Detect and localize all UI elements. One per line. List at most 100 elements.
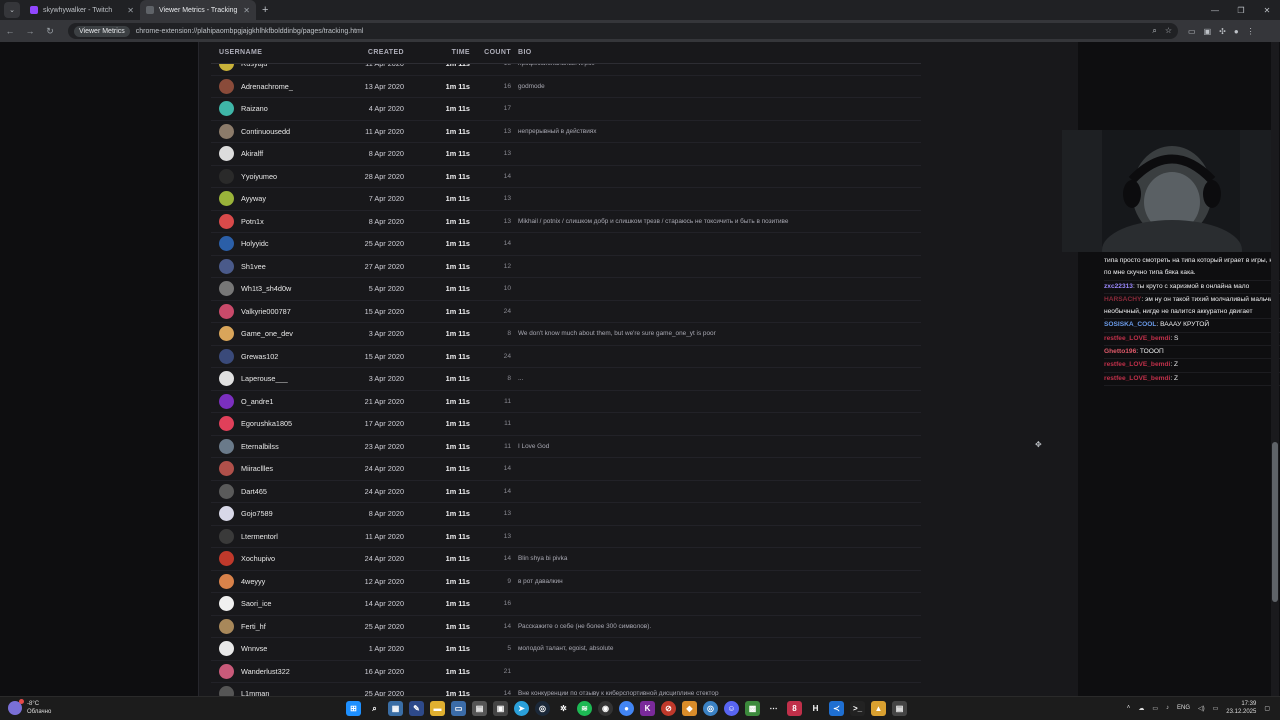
discord-icon[interactable]: ☺ xyxy=(724,701,739,716)
table-row[interactable]: Sh1vee 27 Apr 2020 1m 11s 12 xyxy=(211,256,921,278)
username-text[interactable]: Gojo7589 xyxy=(241,509,273,518)
avatar[interactable] xyxy=(219,326,234,342)
table-row[interactable]: O_andre1 21 Apr 2020 1m 11s 11 xyxy=(211,391,921,413)
chat-username[interactable]: restfee_LOVE_bemdi xyxy=(1104,361,1170,368)
table-row[interactable]: Wh1t3_sh4d0w 5 Apr 2020 1m 11s 10 xyxy=(211,278,921,301)
avatar[interactable] xyxy=(219,213,234,229)
avatar[interactable] xyxy=(219,371,234,387)
reload-icon[interactable]: ↻ xyxy=(40,21,60,41)
app-icon[interactable]: ▭ xyxy=(451,701,466,716)
username-text[interactable]: Wanderlust322 xyxy=(241,667,290,676)
username-text[interactable]: Rusyaju xyxy=(241,64,267,68)
app-icon[interactable]: H xyxy=(808,701,823,716)
avatar[interactable] xyxy=(219,191,234,207)
avatar[interactable] xyxy=(219,303,234,319)
extensions-puzzle-icon[interactable]: ✣ xyxy=(1219,27,1226,36)
avatar[interactable] xyxy=(219,483,234,499)
username-text[interactable]: Yyoiyumeo xyxy=(241,172,277,181)
avatar[interactable] xyxy=(219,348,234,364)
avatar[interactable] xyxy=(219,101,234,117)
profile-avatar[interactable]: ● xyxy=(1234,27,1239,36)
table-row[interactable]: L1mman 25 Apr 2020 1m 11s 14 Вне конкуренции… xyxy=(211,683,921,696)
table-row[interactable]: Holyyidc 25 Apr 2020 1m 11s 14 xyxy=(211,233,921,256)
language-indicator[interactable]: ENG xyxy=(1177,705,1190,711)
chat-username[interactable]: restfee_LOVE_bemdi xyxy=(1104,375,1170,382)
avatar[interactable] xyxy=(219,64,234,72)
app-icon[interactable]: ▲ xyxy=(871,701,886,716)
tab-twitch[interactable]: skywhywalker - Twitch ✕ xyxy=(24,0,140,20)
username-text[interactable]: Egorushka1805 xyxy=(241,419,292,428)
minimize-icon[interactable]: — xyxy=(1202,0,1228,20)
cast-icon[interactable]: ▭ xyxy=(1188,27,1196,36)
table-row[interactable]: Eternalbilss 23 Apr 2020 1m 11s 11 I Love Go… xyxy=(211,436,921,458)
chat-username[interactable]: restfee_LOVE_bemdi xyxy=(1104,335,1170,342)
app-icon[interactable]: ◎ xyxy=(703,701,718,716)
avatar[interactable] xyxy=(219,551,234,567)
avatar[interactable] xyxy=(219,146,234,162)
table-row[interactable]: 4weyyy 12 Apr 2020 1m 11s 9 в рот давалкин xyxy=(211,571,921,593)
app-icon[interactable]: ◉ xyxy=(598,701,613,716)
username-text[interactable]: Akiralff xyxy=(241,149,263,158)
table-row[interactable]: Game_one_dev 3 Apr 2020 1m 11s 8 We don't kn… xyxy=(211,323,921,346)
chat-username[interactable]: zxc22313 xyxy=(1104,283,1133,290)
table-row[interactable]: Wanderlust322 16 Apr 2020 1m 11s 21 xyxy=(211,661,921,683)
table-row[interactable]: Ltermentorl 11 Apr 2020 1m 11s 13 xyxy=(211,526,921,548)
avatar[interactable] xyxy=(219,686,234,696)
avatar[interactable] xyxy=(219,258,234,274)
avatar[interactable] xyxy=(219,438,234,454)
app-icon[interactable]: ⋯ xyxy=(766,701,781,716)
username-text[interactable]: Ayyway xyxy=(241,194,266,203)
header-time[interactable]: TIME xyxy=(404,49,470,56)
table-row[interactable]: Dart465 24 Apr 2020 1m 11s 14 xyxy=(211,481,921,503)
close-icon[interactable]: ✕ xyxy=(243,6,250,15)
avatar[interactable] xyxy=(219,596,234,612)
avatar[interactable] xyxy=(219,618,234,634)
minecraft-icon[interactable]: ▩ xyxy=(745,701,760,716)
table-row[interactable]: Rusyaju 11 Apr 20201m 11s13профессиональн… xyxy=(211,64,921,76)
table-row[interactable]: Gojo7589 8 Apr 2020 1m 11s 13 xyxy=(211,503,921,526)
username-text[interactable]: Ltermentorl xyxy=(241,532,278,541)
username-text[interactable]: Wh1t3_sh4d0w xyxy=(241,284,291,293)
chat-username[interactable]: Ghetto196 xyxy=(1104,348,1136,355)
app-icon[interactable]: ▤ xyxy=(472,701,487,716)
table-row[interactable]: Wnnvse 1 Apr 2020 1m 11s 5 молодой талант, e… xyxy=(211,638,921,661)
table-row[interactable]: Adrenachrome_ 13 Apr 2020 1m 11s 16 godmode xyxy=(211,76,921,98)
tab-viewer-metrics[interactable]: Viewer Metrics - Tracking ✕ xyxy=(140,0,256,20)
table-row[interactable]: Laperouse___ 3 Apr 2020 1m 11s 8... xyxy=(211,368,921,391)
chatgpt-icon[interactable]: ✲ xyxy=(556,701,571,716)
close-window-icon[interactable]: ✕ xyxy=(1254,0,1280,20)
avatar[interactable] xyxy=(219,663,234,679)
username-text[interactable]: Valkyrie000787 xyxy=(241,307,291,316)
username-text[interactable]: Dart465 xyxy=(241,487,267,496)
header-created[interactable]: CREATED xyxy=(361,49,404,56)
username-text[interactable]: Saori_ice xyxy=(241,599,271,608)
bookmark-star-icon[interactable]: ☆ xyxy=(1165,26,1172,36)
file-explorer-icon[interactable]: ▬ xyxy=(430,701,445,716)
table-row[interactable]: Saori_ice 14 Apr 2020 1m 11s 16 xyxy=(211,593,921,616)
app-icon[interactable]: ⊘ xyxy=(661,701,676,716)
username-text[interactable]: Wnnvse xyxy=(241,644,267,653)
url-text[interactable]: chrome-extension://plahipaombpgjajgkhlhk… xyxy=(136,28,364,35)
volume-icon[interactable]: ◁) xyxy=(1198,705,1205,712)
username-text[interactable]: Continuousedd xyxy=(241,127,290,136)
tab-search-button[interactable]: ⌄ xyxy=(4,2,20,18)
table-row[interactable]: Raizano 4 Apr 2020 1m 11s 17 xyxy=(211,98,921,121)
microphone-icon[interactable]: ♪ xyxy=(1166,705,1169,711)
address-bar[interactable]: Viewer Metrics chrome-extension://plahip… xyxy=(68,23,1178,39)
table-row[interactable]: Yyoiyumeo 28 Apr 2020 1m 11s 14 xyxy=(211,166,921,188)
avatar[interactable] xyxy=(219,416,234,432)
avatar[interactable] xyxy=(219,506,234,522)
table-row[interactable]: Akiralff 8 Apr 2020 1m 11s 13 xyxy=(211,143,921,166)
maximize-icon[interactable]: ❐ xyxy=(1228,0,1254,20)
table-row[interactable]: Ayyway 7 Apr 2020 1m 11s 13 xyxy=(211,188,921,211)
username-text[interactable]: Potn1x xyxy=(241,217,264,226)
steam-icon[interactable]: ◎ xyxy=(535,701,550,716)
table-row[interactable]: Egorushka1805 17 Apr 2020 1m 11s 11 xyxy=(211,413,921,436)
app-icon[interactable]: 8 xyxy=(787,701,802,716)
tray-app-icon[interactable]: ▭ xyxy=(1152,705,1158,712)
header-username[interactable]: USERNAME xyxy=(211,49,361,56)
network-icon[interactable]: ▭ xyxy=(1213,705,1219,712)
username-text[interactable]: O_andre1 xyxy=(241,397,273,406)
new-tab-icon[interactable]: + xyxy=(262,4,268,16)
username-text[interactable]: Holyyidc xyxy=(241,239,269,248)
